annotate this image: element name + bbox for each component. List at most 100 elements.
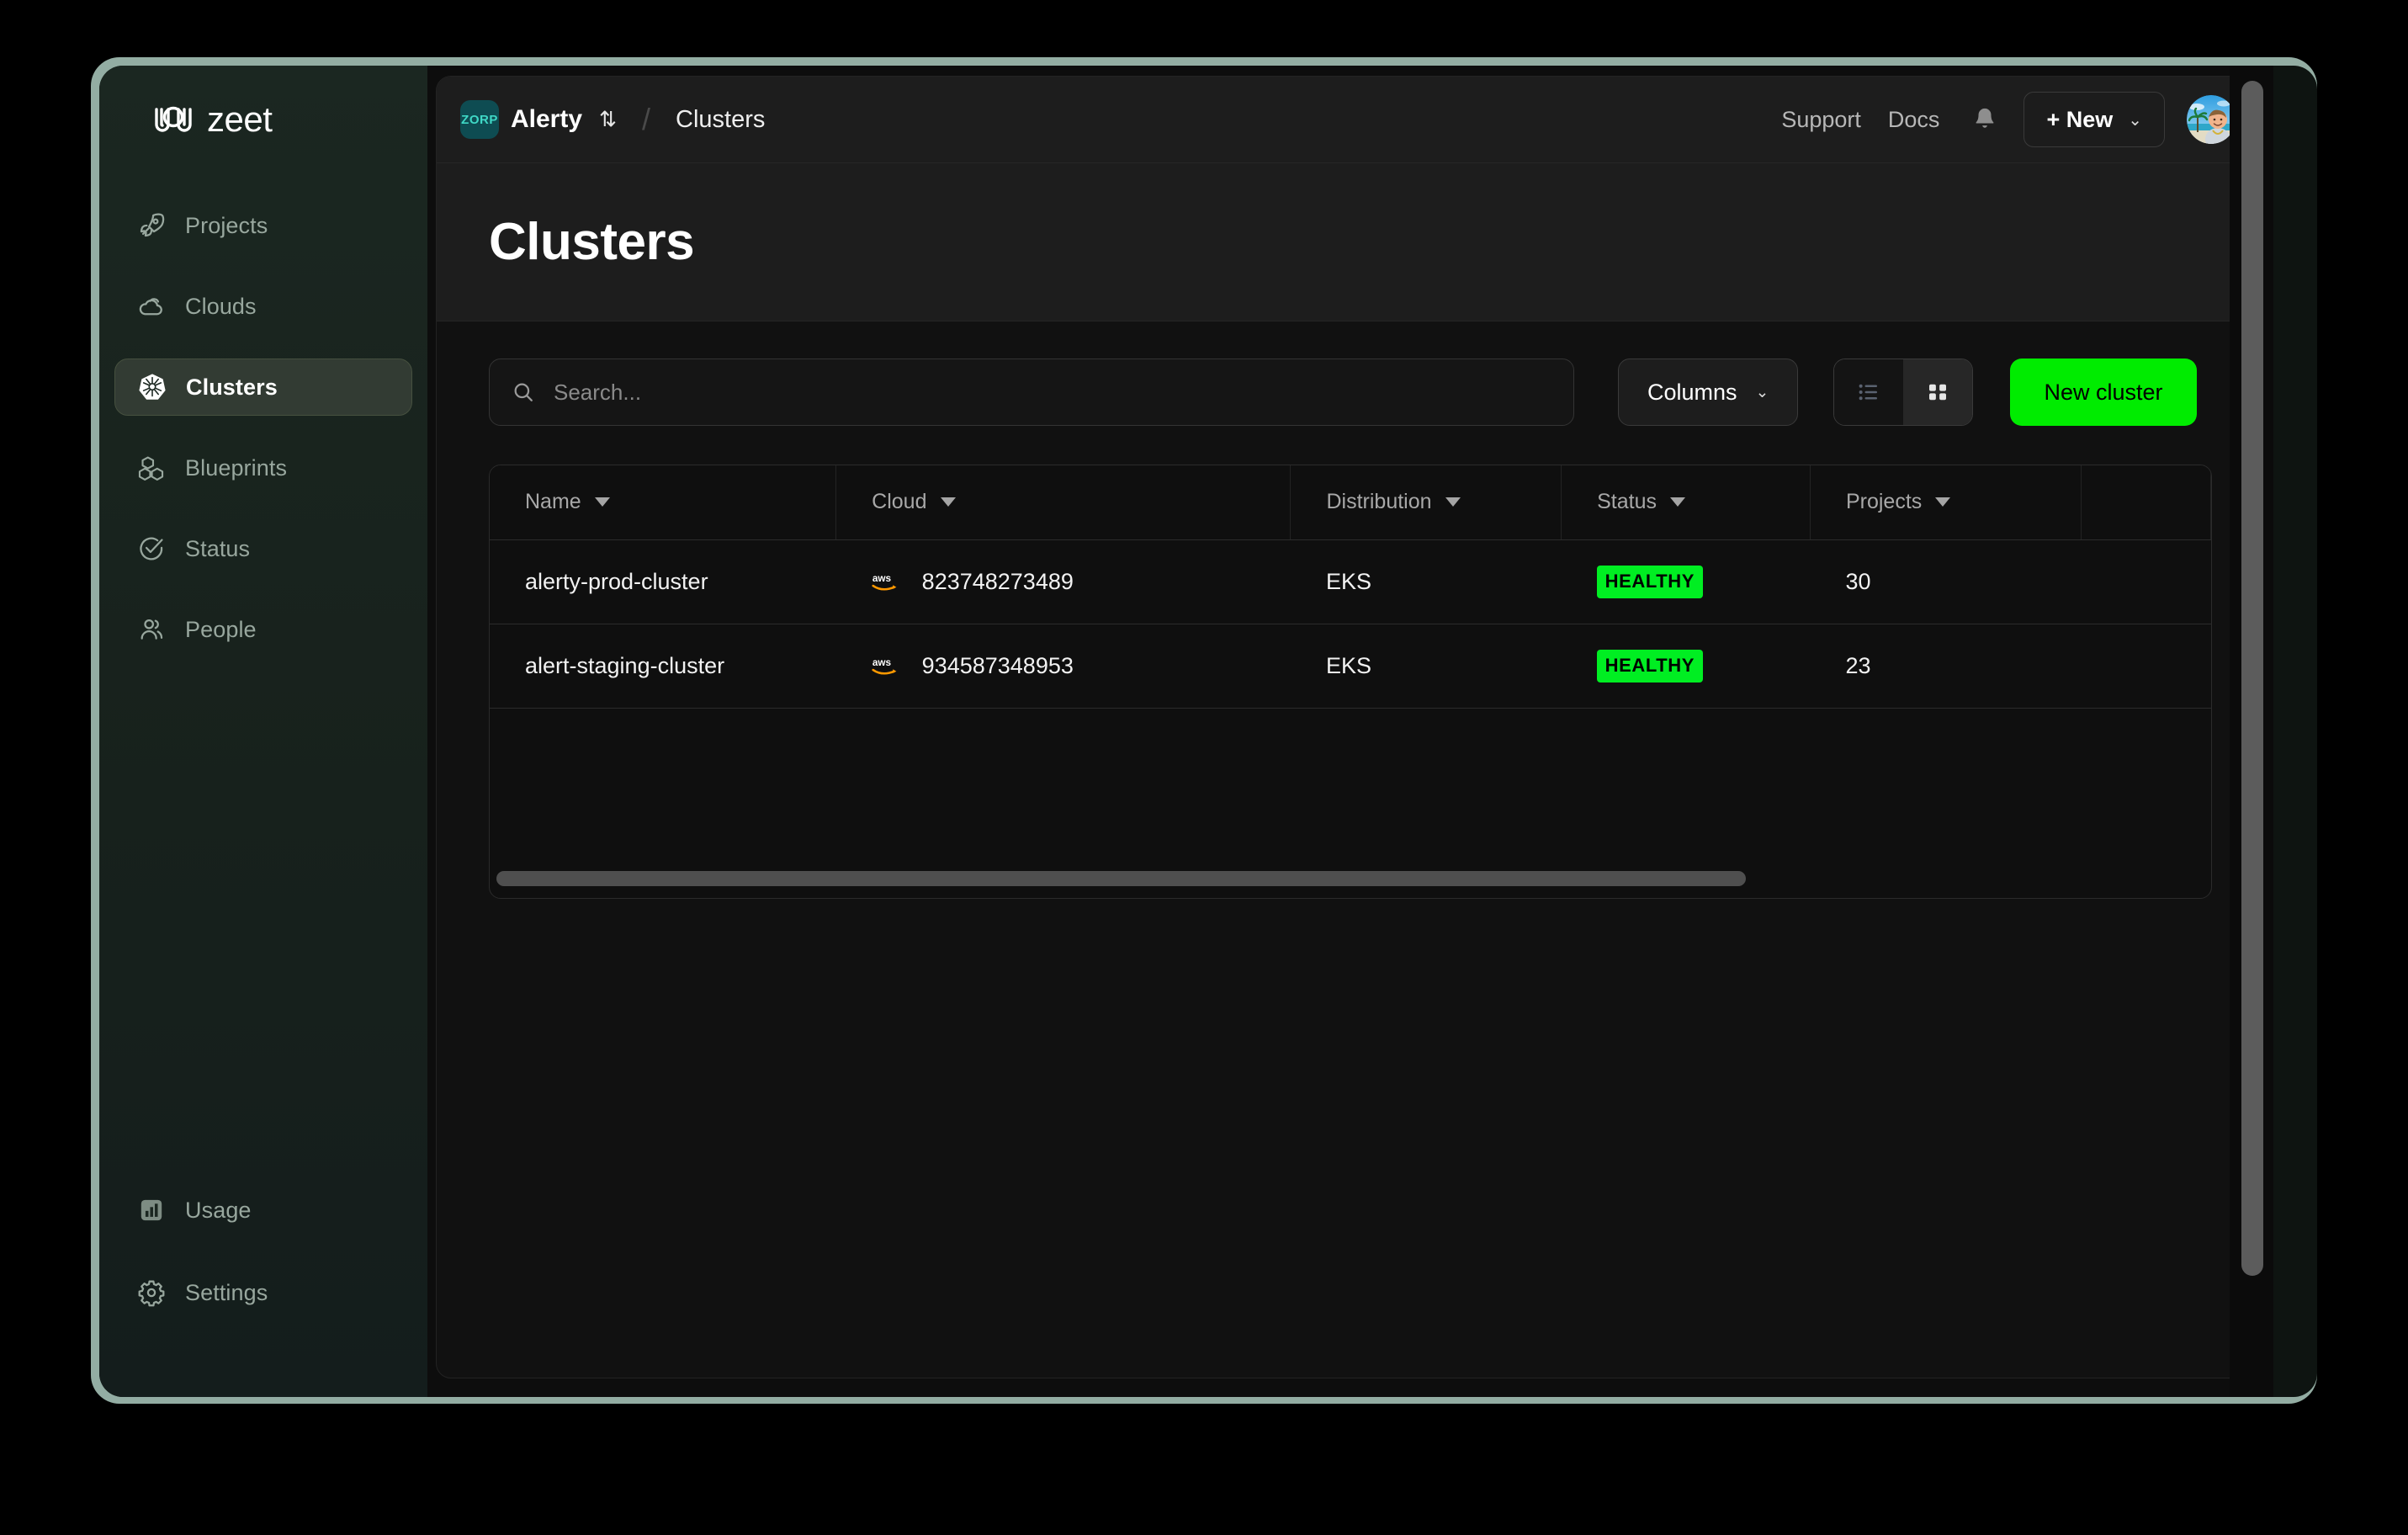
new-button[interactable]: + New ⌄ [2023,92,2165,147]
gear-icon [136,1277,167,1308]
docs-link[interactable]: Docs [1875,107,1954,133]
cell-distribution: EKS [1290,539,1562,624]
column-header-label: Projects [1845,490,1923,514]
sidebar-item-people[interactable]: People [114,601,412,658]
status-badge: HEALTHY [1596,565,1704,598]
cell-projects: 23 [1810,624,2082,709]
sort-caret-icon[interactable] [1445,497,1461,507]
sidebar-item-usage[interactable]: Usage [114,1182,412,1239]
brand-name: zeet [207,99,273,139]
table-header-row: Name Cloud Distribution Status Projects [490,465,2211,540]
sidebar-item-label: Settings [185,1279,268,1305]
window-frame: zeet Projects Clouds Clusters Blueprints… [91,57,2317,1404]
app-window: zeet Projects Clouds Clusters Blueprints… [99,66,2317,1397]
content-area: Columns ⌄ [437,321,2264,899]
sidebar-nav-main: Projects Clouds Clusters Blueprints Stat… [99,197,427,658]
breadcrumb-separator: / [642,102,651,136]
search-input[interactable] [554,379,1551,406]
avatar[interactable] [2187,95,2236,144]
blocks-icon [136,453,167,483]
sidebar-item-label: People [185,616,257,642]
cell-cloud: aws 934587348953 [835,624,1291,709]
cell-name: alerty-prod-cluster [490,539,836,624]
cloud-icon [136,291,167,321]
grid-view-button[interactable] [1903,359,1973,425]
column-header-cloud[interactable]: Cloud [835,465,1292,540]
svg-text:aws: aws [873,657,892,668]
search-box[interactable] [489,359,1574,426]
main-region: ZORP Alerty ⇅ / Clusters Support Docs + … [427,66,2273,1397]
column-header-status[interactable]: Status [1561,465,1811,540]
sidebar-item-label: Usage [185,1197,252,1223]
cell-projects: 30 [1810,539,2082,624]
zeet-logo-icon [151,103,195,136]
view-toggle [1833,359,1974,426]
breadcrumb-current[interactable]: Clusters [676,106,765,134]
cell-cloud: aws 823748273489 [835,539,1291,624]
sidebar-item-label: Status [185,535,251,561]
sidebar-item-blueprints[interactable]: Blueprints [114,439,412,497]
column-header-distribution[interactable]: Distribution [1290,465,1562,540]
sort-caret-icon[interactable] [1669,497,1685,507]
table-row[interactable]: alert-staging-cluster aws 934587348953 E… [490,624,2211,709]
sort-caret-icon[interactable] [1935,497,1951,507]
cell-status: HEALTHY [1561,624,1811,709]
sidebar-item-label: Clusters [186,374,278,400]
sidebar-item-label: Blueprints [185,454,288,481]
bar-chart-icon [136,1195,167,1225]
column-header-label: Cloud [872,490,927,514]
rocket-icon [136,210,167,241]
sidebar-item-clusters[interactable]: Clusters [114,359,412,416]
org-switcher[interactable]: ZORP Alerty ⇅ [460,100,617,139]
new-button-label: + New [2046,106,2114,132]
cell-overflow [2081,624,2211,709]
sidebar-item-label: Clouds [185,293,257,319]
sidebar-item-label: Projects [185,212,268,238]
page-vertical-scrollbar-thumb[interactable] [2241,81,2263,1276]
sidebar-nav-bottom: Usage Settings [114,1182,412,1346]
list-view-button[interactable] [1834,359,1904,425]
column-header-overflow [2081,465,2211,540]
sort-caret-icon[interactable] [940,497,956,507]
table-horizontal-scrollbar[interactable] [496,871,1746,886]
table-row[interactable]: alerty-prod-cluster aws 823748273489 EKS… [490,539,2211,624]
columns-button[interactable]: Columns ⌄ [1618,359,1799,426]
support-link[interactable]: Support [1768,107,1875,133]
sort-caret-icon[interactable] [594,497,610,507]
aws-icon: aws [872,571,907,592]
notification-bell-button[interactable] [1953,105,2017,134]
clusters-table-card: Name Cloud Distribution Status Projects … [489,465,2212,899]
cell-status: HEALTHY [1561,539,1811,624]
kubernetes-icon [137,372,167,402]
brand-logo[interactable]: zeet [99,66,427,140]
column-header-label: Status [1597,490,1657,514]
cell-overflow [2081,539,2211,624]
sidebar-item-settings[interactable]: Settings [114,1264,412,1321]
sidebar-item-projects[interactable]: Projects [114,197,412,254]
org-logo-icon: ZORP [460,100,499,139]
table-header: Name Cloud Distribution Status Projects [490,465,2211,540]
column-header-projects[interactable]: Projects [1810,465,2082,540]
cell-cloud-account: 934587348953 [921,652,1074,678]
table-body: alerty-prod-cluster aws 823748273489 EKS… [490,539,2211,709]
cell-cloud-account: 823748273489 [921,568,1074,594]
new-cluster-button[interactable]: New cluster [2010,359,2197,426]
cell-name: alert-staging-cluster [490,624,836,709]
search-icon [512,380,535,404]
topbar: ZORP Alerty ⇅ / Clusters Support Docs + … [437,77,2264,163]
chevron-up-down-icon[interactable]: ⇅ [599,109,617,130]
topbar-actions: Support Docs + New ⌄ [1768,92,2236,147]
aws-icon: aws [872,655,907,677]
column-header-name[interactable]: Name [490,465,837,540]
main-panel: ZORP Alerty ⇅ / Clusters Support Docs + … [436,76,2265,1378]
column-header-label: Name [525,490,581,514]
sidebar-item-clouds[interactable]: Clouds [114,278,412,335]
sidebar-item-status[interactable]: Status [114,520,412,577]
list-view-icon [1856,380,1881,405]
page-title: Clusters [489,213,695,271]
column-header-label: Distribution [1326,490,1432,514]
columns-button-label: Columns [1647,379,1737,405]
page-vertical-scrollbar[interactable] [2230,66,2273,1397]
breadcrumb: ZORP Alerty ⇅ / Clusters [460,100,765,139]
clusters-table: Name Cloud Distribution Status Projects … [490,465,2211,709]
